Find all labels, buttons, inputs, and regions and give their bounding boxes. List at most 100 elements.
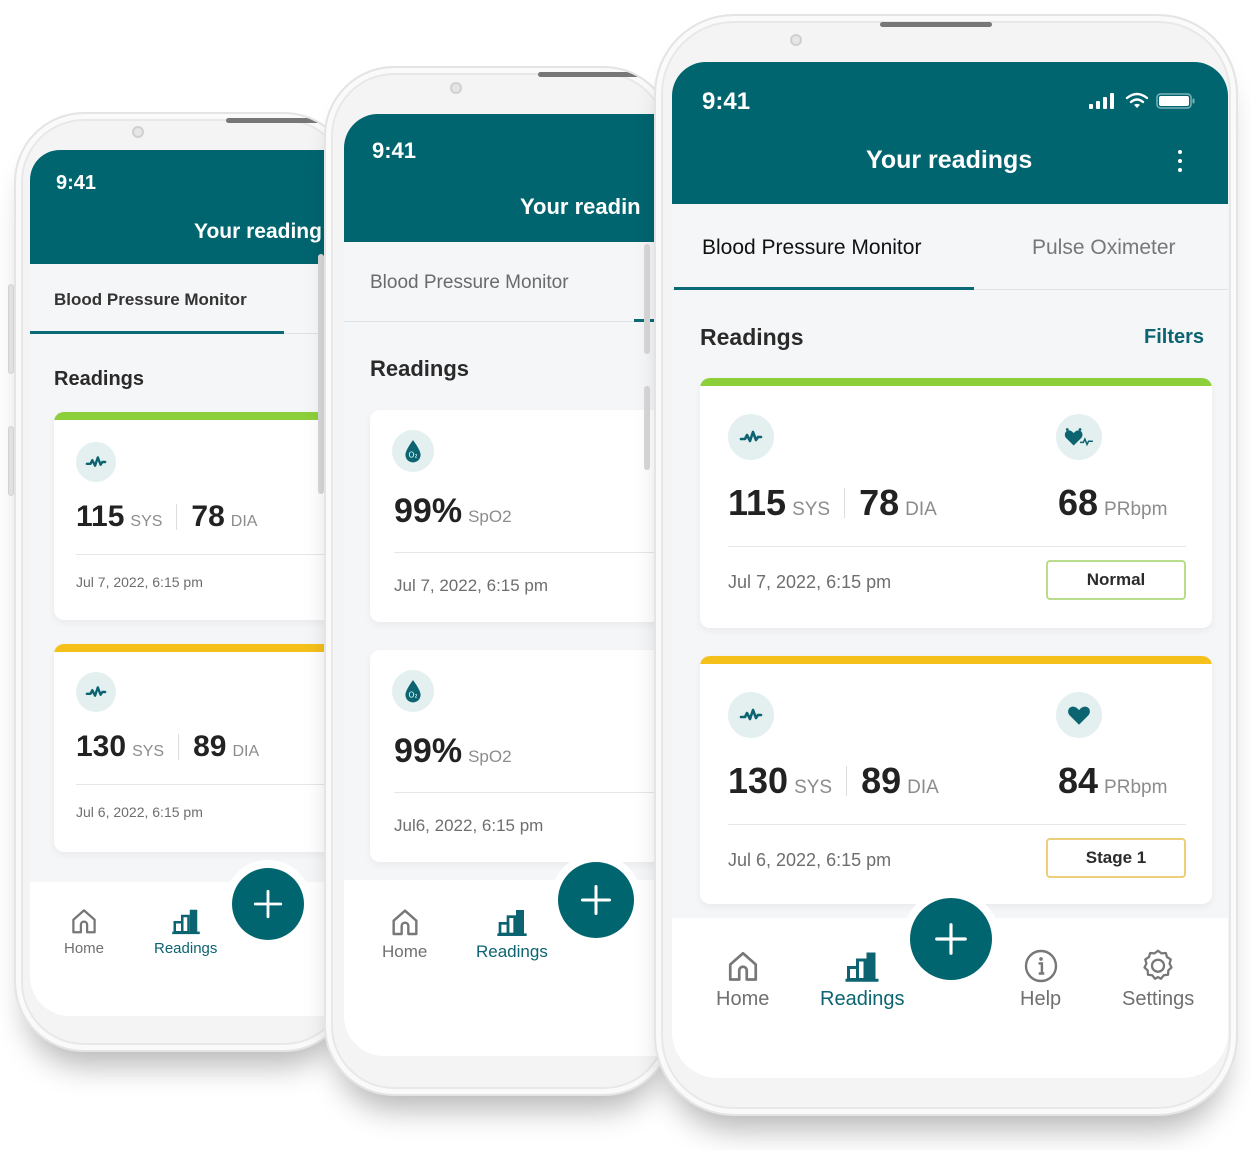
gear-icon <box>1140 948 1176 984</box>
phone-mockup-back: 9:41 Your reading Blood Pressure Monitor… <box>14 112 354 1052</box>
scrollbar[interactable] <box>644 386 650 470</box>
nav-home-label: Home <box>382 942 428 961</box>
status-icons <box>1088 92 1196 110</box>
bp-icon-bubble <box>728 692 774 738</box>
section-title: Readings <box>54 368 145 390</box>
add-reading-button[interactable] <box>232 868 304 940</box>
spo2-icon-bubble <box>392 670 434 712</box>
app-bar: 9:41 Your readings <box>672 62 1228 204</box>
diastolic-value: 89 <box>861 760 902 801</box>
value-separator <box>178 734 180 760</box>
add-reading-button[interactable] <box>910 898 992 980</box>
nav-readings[interactable]: Readings <box>154 906 217 957</box>
nav-settings-label: Settings <box>1122 988 1195 1010</box>
dia-label: DIA <box>230 513 258 530</box>
filters-button[interactable]: Filters <box>1144 326 1204 349</box>
spo2-icon-bubble <box>392 430 434 472</box>
info-icon <box>1023 948 1059 984</box>
spo2-value: 99% <box>394 732 463 770</box>
pulse-label: PRbpm <box>1104 777 1168 798</box>
reading-card[interactable]: 130 SYS 89 DIA Jul 6, 2022, 6:15 pm <box>54 644 352 852</box>
tab-blood-pressure[interactable]: Blood Pressure Monitor <box>702 236 921 260</box>
phone-mockup-middle: 9:41 Your readin Blood Pressure Monitor … <box>324 66 674 1096</box>
phone-camera <box>450 82 462 94</box>
screen-front: 9:41 Your readings Blood Pressure Monito… <box>672 62 1228 1078</box>
card-divider <box>76 784 352 785</box>
dia-label: DIA <box>907 777 939 798</box>
phone-speaker <box>880 22 992 27</box>
tab-blood-pressure[interactable]: Blood Pressure Monitor <box>370 272 569 294</box>
status-badge: Normal <box>1046 560 1186 600</box>
section-title: Readings <box>370 356 470 381</box>
phone-speaker <box>538 72 672 77</box>
plus-icon <box>578 882 614 918</box>
diastolic-value: 78 <box>191 500 225 533</box>
reading-date: Jul 6, 2022, 6:15 pm <box>76 804 203 820</box>
reading-date: Jul6, 2022, 6:15 pm <box>394 816 544 835</box>
value-separator <box>844 488 846 518</box>
nav-readings[interactable]: Readings <box>820 948 905 1011</box>
systolic-value: 130 <box>728 760 789 801</box>
reading-card[interactable]: 115 SYS 78 DIA Jul 7, 2022, 6:15 pm <box>54 412 352 620</box>
pulse-icon-bubble <box>1056 692 1102 738</box>
tab-blood-pressure[interactable]: Blood Pressure Monitor <box>54 290 247 310</box>
nav-home[interactable]: Home <box>716 948 769 1011</box>
sys-label: SYS <box>792 499 831 520</box>
systolic-value: 130 <box>76 730 127 763</box>
diastolic-value: 78 <box>859 482 900 523</box>
status-time: 9:41 <box>372 138 417 163</box>
status-time: 9:41 <box>56 172 97 194</box>
nav-home-label: Home <box>64 940 105 957</box>
nav-readings[interactable]: Readings <box>476 906 548 962</box>
reading-date: Jul 7, 2022, 6:15 pm <box>394 576 549 595</box>
tab-pulse-oximeter[interactable]: Pulse Oximeter <box>1032 236 1176 260</box>
app-title: Your readin <box>520 194 641 219</box>
nav-home[interactable]: Home <box>64 906 104 957</box>
sys-label: SYS <box>794 777 833 798</box>
reading-card[interactable]: 130 SYS 89 DIA 84 PRbpm Jul 6, 2022, 6:1… <box>700 656 1212 904</box>
value-separator <box>846 766 848 796</box>
kebab-menu-icon[interactable] <box>1178 150 1182 172</box>
status-band-stage1 <box>54 644 352 652</box>
bp-icon-bubble <box>76 672 116 712</box>
card-divider <box>76 554 352 555</box>
nav-settings[interactable]: Settings <box>1122 948 1194 1011</box>
tab-bar: Blood Pressure Monitor Pulse Oximeter <box>672 204 1228 290</box>
sys-label: SYS <box>132 743 165 760</box>
nav-help[interactable]: Help <box>1020 948 1061 1011</box>
pulse-icon-bubble <box>1056 414 1102 460</box>
app-bar: 9:41 Your reading <box>30 150 352 264</box>
home-icon <box>69 906 99 936</box>
bp-values: 130 SYS 89 DIA <box>76 730 259 764</box>
heart-pulse-icon <box>1063 424 1095 450</box>
status-time: 9:41 <box>702 88 751 115</box>
app-bar: 9:41 Your readin <box>344 114 672 242</box>
add-reading-button[interactable] <box>558 862 634 938</box>
spo2-card[interactable]: 99% SpO2 Jul6, 2022, 6:15 pm <box>370 650 670 862</box>
sys-label: SYS <box>130 513 163 530</box>
spo2-label: SpO2 <box>468 747 512 766</box>
phone-mockup-front: 9:41 Your readings Blood Pressure Monito… <box>654 14 1238 1116</box>
card-divider <box>394 552 670 553</box>
card-divider <box>394 792 670 793</box>
bar-chart-icon <box>844 948 880 984</box>
bar-chart-icon <box>496 906 528 938</box>
pulse-values: 84 PRbpm <box>1058 760 1167 802</box>
signal-icon <box>1089 93 1114 109</box>
heartbeat-wave-icon <box>739 425 763 449</box>
oxygen-drop-icon <box>400 678 426 704</box>
spo2-card[interactable]: 99% SpO2 Jul 7, 2022, 6:15 pm <box>370 410 670 622</box>
reading-date: Jul 6, 2022, 6:15 pm <box>728 850 892 870</box>
phone-camera <box>132 126 144 138</box>
scrollbar[interactable] <box>644 244 650 354</box>
bp-values: 115 SYS 78 DIA <box>728 482 937 524</box>
nav-home[interactable]: Home <box>382 906 427 962</box>
battery-icon <box>1156 93 1195 109</box>
spo2-value-row: 99% SpO2 <box>394 492 512 531</box>
nav-help-label: Help <box>1020 988 1062 1010</box>
plus-icon <box>251 887 285 921</box>
status-band-normal <box>54 412 352 420</box>
reading-card[interactable]: 115 SYS 78 DIA 68 PRbpm Jul 7, 2022, 6:1… <box>700 378 1212 628</box>
tab-active-indicator <box>674 287 974 290</box>
bp-values: 130 SYS 89 DIA <box>728 760 939 802</box>
